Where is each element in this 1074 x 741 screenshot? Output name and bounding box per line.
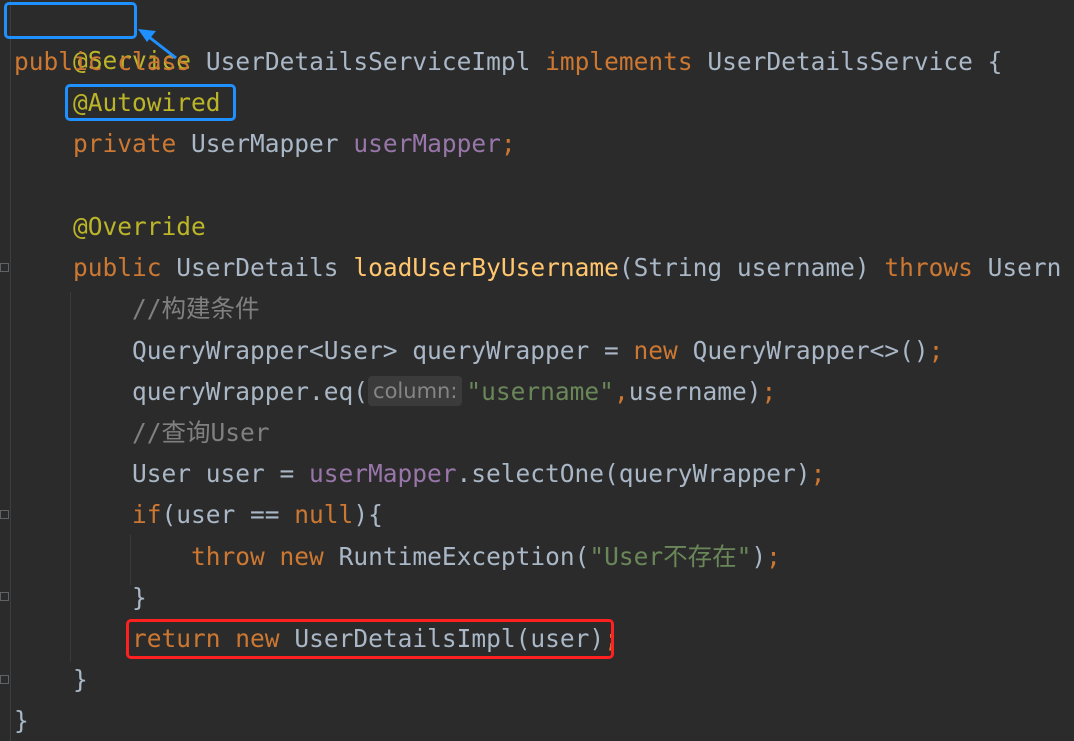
fold-marker-if[interactable] (0, 510, 9, 519)
semicolon: ; (500, 129, 516, 158)
string-literal: "User不存在" (589, 542, 752, 571)
fold-marker-method-end[interactable] (0, 675, 9, 684)
comma: , (613, 377, 629, 406)
close-paren: ) (751, 542, 767, 571)
keyword: class (117, 47, 192, 76)
class-name: UserDetailsServiceImpl (205, 47, 531, 76)
code-line-15[interactable]: } (14, 578, 147, 618)
brace: } (14, 706, 29, 735)
brace: } (73, 665, 88, 694)
code-line-4[interactable]: private UserMapper userMapper; (14, 124, 516, 164)
argument: username) (628, 377, 762, 406)
semicolon: ; (766, 542, 781, 571)
keyword: throws (884, 253, 973, 282)
code-line-11[interactable]: //查询User (14, 413, 270, 453)
declaration: User user = (132, 459, 310, 488)
code-editor[interactable]: @Service public class UserDetailsService… (0, 0, 1074, 741)
code-line-2[interactable]: public class UserDetailsServiceImpl impl… (14, 42, 1002, 82)
fold-marker-if-end[interactable] (0, 592, 9, 601)
keyword: if (132, 500, 162, 529)
comment: //构建条件 (132, 294, 260, 323)
declaration: QueryWrapper<User> queryWrapper = (132, 336, 634, 365)
code-line-17[interactable]: } (14, 660, 88, 700)
method-call: queryWrapper.eq( (132, 377, 369, 406)
keyword: public (73, 253, 162, 282)
semicolon: ; (810, 459, 826, 488)
type-name: UserMapper (191, 129, 339, 158)
constructor-call: QueryWrapper<>() (692, 336, 929, 365)
keyword: null (294, 500, 354, 529)
semicolon: ; (928, 336, 944, 365)
keyword: implements (545, 47, 693, 76)
keyword: new (633, 336, 678, 365)
code-line-7[interactable]: public UserDetails loadUserByUsername(St… (14, 248, 1061, 288)
return-highlight-box (126, 619, 614, 659)
method-call: .selectOne(queryWrapper) (456, 459, 811, 488)
return-type: UserDetails (176, 253, 339, 282)
field-name: userMapper (353, 129, 501, 158)
interface-name: UserDetailsService (707, 47, 973, 76)
method-name: loadUserByUsername (353, 253, 619, 282)
keyword: new (279, 542, 324, 571)
constructor-call: RuntimeException( (338, 542, 590, 571)
brace: } (132, 583, 147, 612)
field-name: userMapper (309, 459, 457, 488)
condition-close: ){ (353, 500, 383, 529)
fold-marker-method[interactable] (0, 263, 9, 272)
parameter-hint: column: (368, 376, 463, 406)
exception-type: Usern (987, 253, 1062, 282)
autowired-highlight-box (65, 84, 236, 121)
keyword: throw (191, 542, 265, 571)
code-line-12[interactable]: User user = userMapper.selectOne(queryWr… (14, 454, 825, 494)
override-annotation: @Override (73, 212, 206, 241)
code-line-10[interactable]: queryWrapper.eq(column: "username",userna… (14, 372, 776, 412)
condition-open: (user == (161, 500, 295, 529)
code-line-9[interactable]: QueryWrapper<User> queryWrapper = new Qu… (14, 331, 943, 371)
keyword: private (73, 129, 177, 158)
code-line-18[interactable]: } (14, 701, 29, 741)
code-line-6[interactable]: @Override (14, 207, 206, 247)
method-params: (String username) (618, 253, 870, 282)
string-literal: "username" (466, 377, 614, 406)
comment: //查询User (132, 418, 270, 447)
code-line-8[interactable]: //构建条件 (14, 289, 260, 329)
editor-gutter (0, 0, 11, 741)
code-line-13[interactable]: if(user == null){ (14, 495, 383, 535)
brace: { (987, 47, 1003, 76)
keyword: public (14, 47, 103, 76)
code-line-14[interactable]: throw new RuntimeException("User不存在"); (14, 537, 781, 577)
semicolon: ; (761, 377, 777, 406)
service-highlight-box (4, 2, 137, 39)
